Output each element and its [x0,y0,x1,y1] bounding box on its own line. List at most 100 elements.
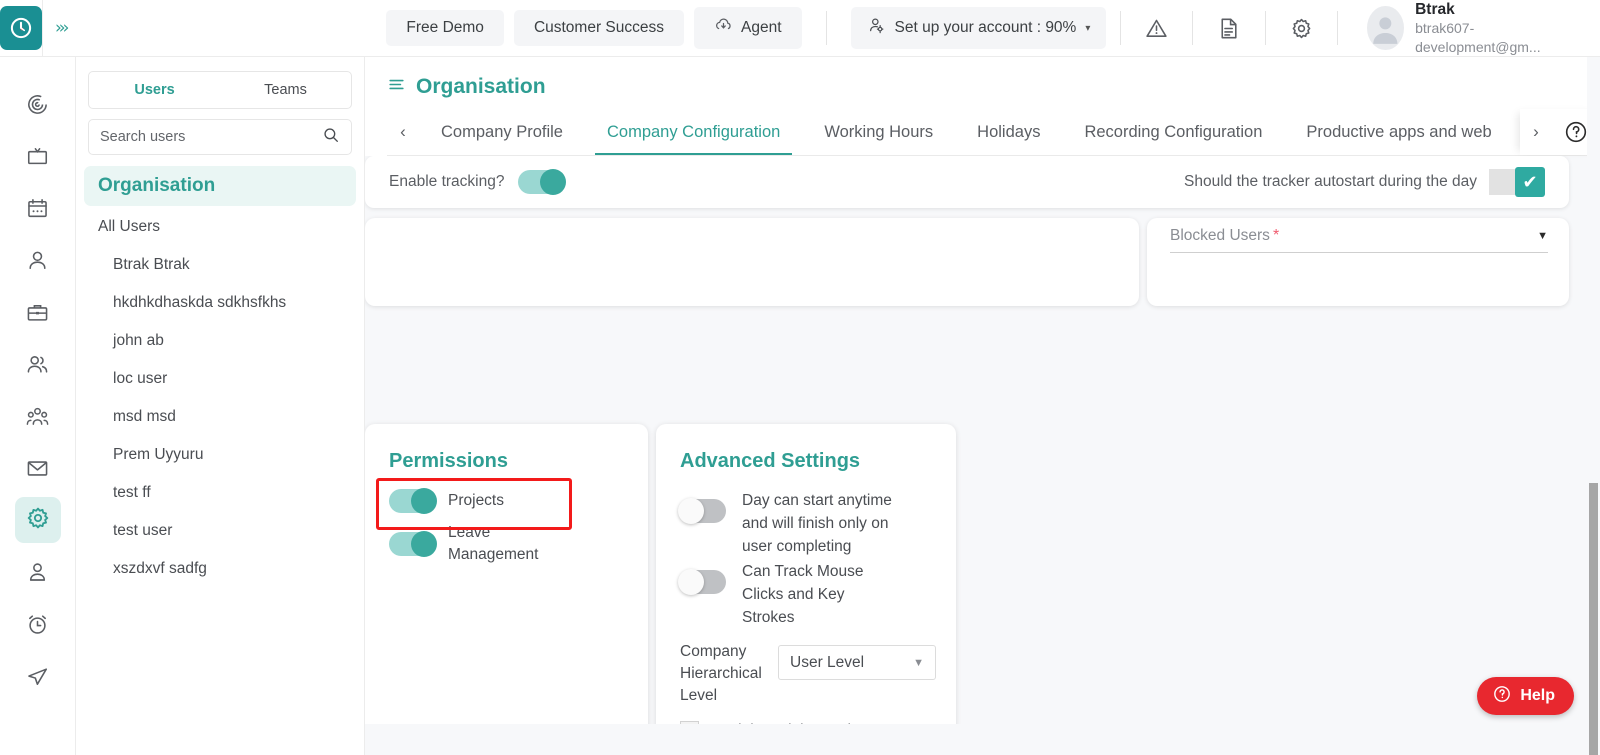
day-start-toggle[interactable] [680,499,726,523]
search-input[interactable] [100,129,322,145]
divider [1120,11,1121,45]
toggle-knob [678,498,704,524]
leave-management-label: Leave Management [448,522,558,566]
avatar [1367,6,1404,50]
account-setup-button[interactable]: Set up your account : 90% ▾ [851,7,1107,49]
page-header: Organisation ‹ Company Profile Company C… [365,57,1600,156]
top-nav-buttons: Free Demo Customer Success Agent [386,7,1106,49]
customer-success-button[interactable]: Customer Success [514,10,684,46]
tabs-prev-button[interactable]: ‹ [387,109,419,155]
chevron-double-right-icon[interactable]: ››› [55,18,66,38]
mail-icon[interactable] [15,445,61,491]
required-marker: * [1273,227,1279,245]
user-profile-icon[interactable] [15,549,61,595]
alarm-clock-icon[interactable] [15,601,61,647]
tab-users[interactable]: Users [89,72,220,108]
toggle-track [1489,169,1515,195]
settings-scroll-body: Enable tracking? Should the tracker auto… [365,156,1600,724]
settings-gear-icon [25,505,51,536]
free-demo-label: Free Demo [406,19,484,37]
brand-block [0,0,43,57]
autostart-toggle[interactable]: ✔ [1489,167,1545,197]
tab-company-configuration[interactable]: Company Configuration [585,109,802,155]
dashboard-spiral-icon[interactable] [15,81,61,127]
agent-button[interactable]: Agent [694,7,802,49]
users-pair-icon[interactable] [15,341,61,387]
document-icon[interactable] [1207,8,1250,48]
tab-teams[interactable]: Teams [220,72,351,108]
projects-label: Projects [448,490,504,512]
send-paperplane-icon[interactable] [15,653,61,699]
hierarchy-value: User Level [790,654,864,672]
list-item[interactable]: test user [76,512,364,550]
advanced-row-day-start: Day can start anytime and will finish on… [680,489,956,558]
divider [1337,11,1338,45]
clock-logo-icon[interactable] [0,6,42,50]
users-panel: Users Teams Organisation All Users Btrak… [76,57,365,755]
blocked-users-select[interactable]: Blocked Users * ▼ [1170,227,1548,253]
permission-row-projects: Projects [389,489,648,513]
list-item[interactable]: Prem Uyyuru [76,436,364,474]
tab-label: Company Configuration [607,123,780,142]
advanced-row-track-mouse: Can Track Mouse Clicks and Key Strokes [680,560,956,629]
main-scrollbar[interactable] [1589,483,1598,755]
profile-menu[interactable]: Btrak btrak607-development@gm... ▾ [1351,0,1600,57]
calendar-icon[interactable] [15,185,61,231]
list-item[interactable]: test ff [76,474,364,512]
briefcase-icon[interactable] [15,289,61,335]
list-item[interactable]: loc user [76,360,364,398]
list-item[interactable]: xszdxvf sadfg [76,550,364,588]
tab-label: Working Hours [824,123,933,142]
chevron-right-icon: › [1533,122,1539,142]
tab-company-profile[interactable]: Company Profile [419,109,585,155]
user-icon[interactable] [15,237,61,283]
customer-success-label: Customer Success [534,19,664,37]
worklog-checkbox[interactable] [680,721,699,724]
free-demo-button[interactable]: Free Demo [386,10,504,46]
user-name: loc user [113,370,167,387]
profile-name: Btrak [1415,0,1569,19]
worklog-row: Work log minimum days [680,721,956,724]
tab-label: Holidays [977,123,1040,142]
organisation-label: Organisation [98,175,215,196]
tabs-next-button[interactable]: › [1520,122,1552,142]
list-item[interactable]: hkdhkdhaskda sdkhsfkhs [76,284,364,322]
chevron-down-icon[interactable]: ▼ [1537,230,1548,242]
toggle-knob [411,488,437,514]
hierarchy-select[interactable]: User Level ▼ [778,645,936,680]
help-button[interactable]: Help [1477,677,1574,715]
enable-tracking-toggle[interactable] [518,170,564,194]
users-teams-tabs: Users Teams [88,71,352,109]
sidebar-item-all-users[interactable]: All Users [76,206,364,246]
tab-working-hours[interactable]: Working Hours [802,109,955,155]
list-item[interactable]: Btrak Btrak [76,246,364,284]
blank-settings-card [365,218,1139,306]
leave-management-toggle[interactable] [389,532,435,556]
track-mouse-toggle[interactable] [680,570,726,594]
tab-recording-configuration[interactable]: Recording Configuration [1062,109,1284,155]
divider [1192,11,1193,45]
all-users-label: All Users [98,218,160,235]
user-name: test ff [113,484,151,501]
advanced-settings-card: Advanced Settings Day can start anytime … [656,424,956,724]
hamburger-lines-icon[interactable] [387,75,406,99]
search-users-box[interactable] [88,119,352,155]
sidebar-item-organisation[interactable]: Organisation [84,166,356,206]
list-item[interactable]: john ab [76,322,364,360]
monitor-icon[interactable] [15,133,61,179]
user-name: Btrak Btrak [113,256,190,273]
warning-icon[interactable] [1135,8,1178,48]
permission-row-leave-management: Leave Management [389,522,648,566]
tabs-scroll: Company Profile Company Configuration Wo… [419,109,1520,155]
sidebar-item-settings[interactable] [15,497,61,543]
projects-toggle[interactable] [389,489,435,513]
team-group-icon[interactable] [15,393,61,439]
gear-icon[interactable] [1279,8,1322,48]
list-item[interactable]: msd msd [76,398,364,436]
tab-holidays[interactable]: Holidays [955,109,1062,155]
search-icon[interactable] [322,126,340,149]
blocked-users-label: Blocked Users [1170,227,1270,245]
check-icon: ✔ [1522,172,1537,193]
tab-productive-apps-and-web[interactable]: Productive apps and web [1284,109,1513,155]
chevron-down-icon[interactable]: ▾ [1085,23,1090,34]
